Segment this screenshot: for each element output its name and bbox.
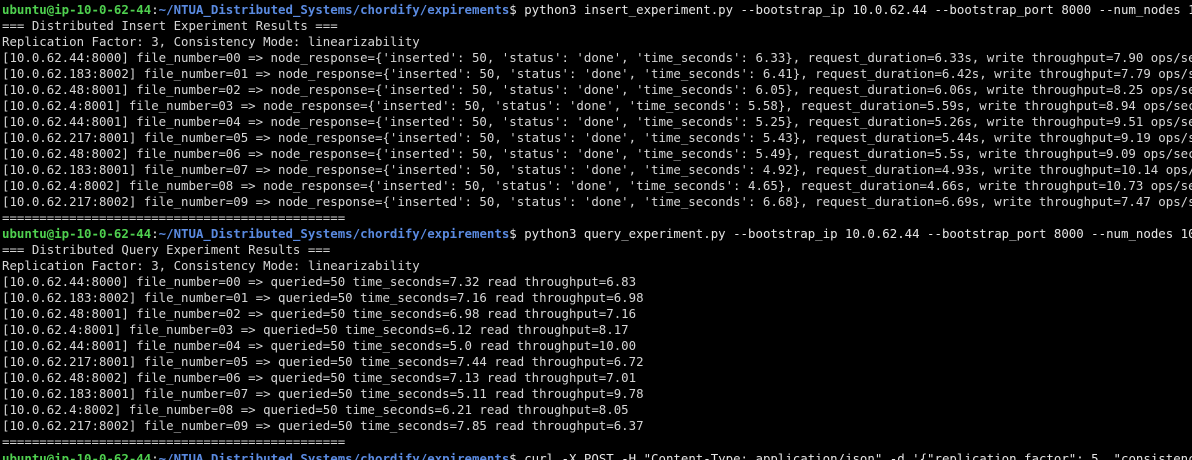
insert-footer: ========================================…: [2, 210, 346, 225]
query-result-row: [10.0.62.44:8000] file_number=00 => quer…: [2, 274, 637, 289]
prompt-separator: :: [151, 226, 159, 241]
prompt-separator: :: [151, 451, 159, 460]
insert-header: === Distributed Insert Experiment Result…: [2, 18, 338, 33]
prompt-path: ~/NTUA_Distributed_Systems/chordify/expi…: [158, 2, 510, 17]
query-result-row: [10.0.62.4:8001] file_number=03 => queri…: [2, 322, 629, 337]
prompt-user-host: ubuntu@ip-10-0-62-44: [2, 451, 152, 460]
prompt-user-host: ubuntu@ip-10-0-62-44: [2, 2, 152, 17]
insert-result-row: [10.0.62.217:8002] file_number=09 => nod…: [2, 194, 1192, 209]
prompt-dollar: $: [509, 451, 517, 460]
prompt-path: ~/NTUA_Distributed_Systems/chordify/expi…: [158, 451, 510, 460]
insert-result-row: [10.0.62.183:8001] file_number=07 => nod…: [2, 162, 1192, 177]
query-result-row: [10.0.62.217:8001] file_number=05 => que…: [2, 354, 644, 369]
prompt-user-host: ubuntu@ip-10-0-62-44: [2, 226, 152, 241]
insert-result-row: [10.0.62.4:8002] file_number=08 => node_…: [2, 178, 1192, 193]
prompt-dollar: $: [509, 226, 517, 241]
query-result-row: [10.0.62.48:8001] file_number=02 => quer…: [2, 306, 637, 321]
prompt-path: ~/NTUA_Distributed_Systems/chordify/expi…: [158, 226, 510, 241]
insert-config: Replication Factor: 3, Consistency Mode:…: [2, 34, 420, 49]
prompt-dollar: $: [509, 2, 517, 17]
query-result-row: [10.0.62.44:8001] file_number=04 => quer…: [2, 338, 637, 353]
query-footer: ========================================…: [2, 434, 346, 449]
insert-result-row: [10.0.62.183:8002] file_number=01 => nod…: [2, 66, 1192, 81]
insert-command: python3 insert_experiment.py --bootstrap…: [516, 2, 1192, 17]
prompt-line-curl: ubuntu@ip-10-0-62-44:~/NTUA_Distributed_…: [2, 451, 1192, 460]
prompt-line-query: ubuntu@ip-10-0-62-44:~/NTUA_Distributed_…: [2, 226, 1192, 242]
query-header: === Distributed Query Experiment Results…: [2, 242, 331, 257]
query-command: python3 query_experiment.py --bootstrap_…: [516, 226, 1192, 241]
insert-result-row: [10.0.62.48:8002] file_number=06 => node…: [2, 146, 1192, 161]
query-result-row: [10.0.62.48:8002] file_number=06 => quer…: [2, 370, 637, 385]
insert-result-row: [10.0.62.44:8000] file_number=00 => node…: [2, 50, 1192, 65]
query-result-row: [10.0.62.183:8001] file_number=07 => que…: [2, 386, 644, 401]
prompt-separator: :: [151, 2, 159, 17]
insert-result-row: [10.0.62.44:8001] file_number=04 => node…: [2, 114, 1192, 129]
insert-result-row: [10.0.62.217:8001] file_number=05 => nod…: [2, 130, 1192, 145]
curl-command: curl -X POST -H "Content-Type: applicati…: [524, 451, 1192, 460]
query-result-row: [10.0.62.183:8002] file_number=01 => que…: [2, 290, 644, 305]
query-result-row: [10.0.62.4:8002] file_number=08 => queri…: [2, 402, 629, 417]
query-result-row: [10.0.62.217:8002] file_number=09 => que…: [2, 418, 644, 433]
prompt-line-insert: ubuntu@ip-10-0-62-44:~/NTUA_Distributed_…: [2, 2, 1192, 18]
insert-result-row: [10.0.62.4:8001] file_number=03 => node_…: [2, 98, 1192, 113]
terminal-window[interactable]: ubuntu@ip-10-0-62-44:~/NTUA_Distributed_…: [0, 0, 1192, 460]
insert-result-row: [10.0.62.48:8001] file_number=02 => node…: [2, 82, 1192, 97]
query-config: Replication Factor: 3, Consistency Mode:…: [2, 258, 420, 273]
